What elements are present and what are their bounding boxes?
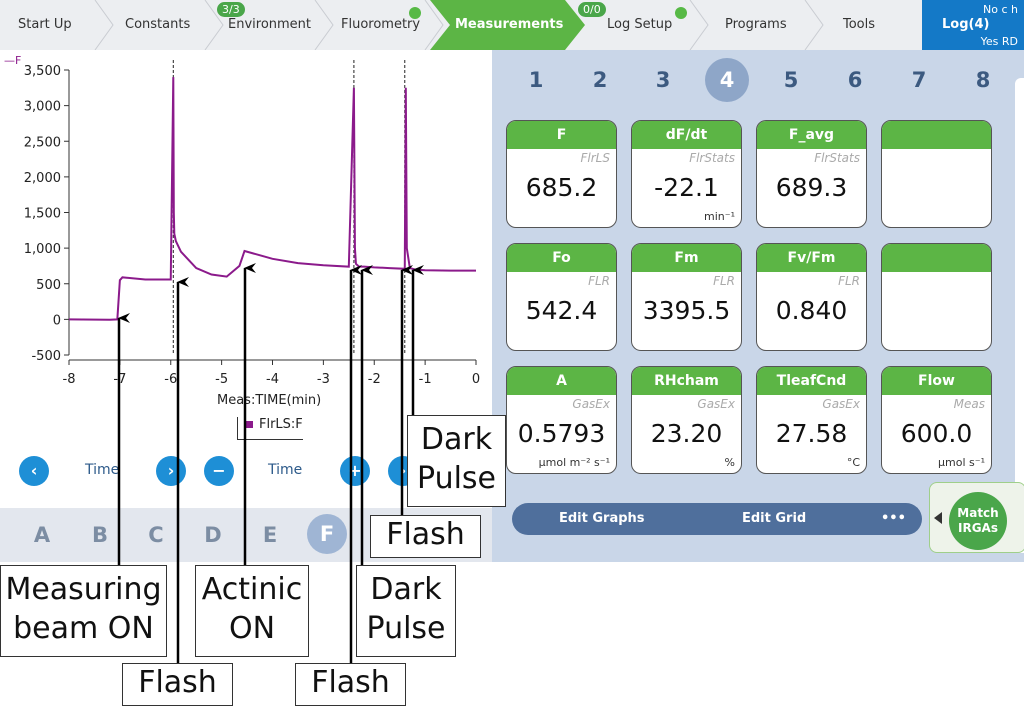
callout-flash-2-text: Flash bbox=[311, 665, 390, 700]
callout-flash-2: Flash bbox=[295, 663, 406, 706]
callout-dark-pulse-2-line1: Dark bbox=[420, 422, 493, 457]
callout-measuring-beam-line2: beam ON bbox=[13, 611, 154, 646]
callout-dark-pulse-2-line2: Pulse bbox=[417, 461, 496, 496]
callout-measuring-beam: Measuring beam ON bbox=[0, 565, 167, 657]
callout-actinic: Actinic ON bbox=[195, 565, 309, 657]
callout-measuring-beam-line1: Measuring bbox=[5, 572, 162, 607]
callout-dark-pulse-1-line2: Pulse bbox=[366, 611, 446, 646]
callout-flash-1: Flash bbox=[122, 663, 233, 706]
callout-dark-pulse-1: Dark Pulse bbox=[356, 565, 456, 657]
callout-flash-3-text: Flash bbox=[386, 517, 465, 552]
callout-flash-1-text: Flash bbox=[138, 665, 217, 700]
callout-flash-3: Flash bbox=[370, 515, 481, 558]
callout-dark-pulse-1-line1: Dark bbox=[370, 572, 442, 607]
callout-dark-pulse-2: Dark Pulse bbox=[407, 415, 506, 507]
callout-actinic-line2: ON bbox=[228, 611, 276, 646]
callout-actinic-line1: Actinic bbox=[201, 572, 303, 607]
